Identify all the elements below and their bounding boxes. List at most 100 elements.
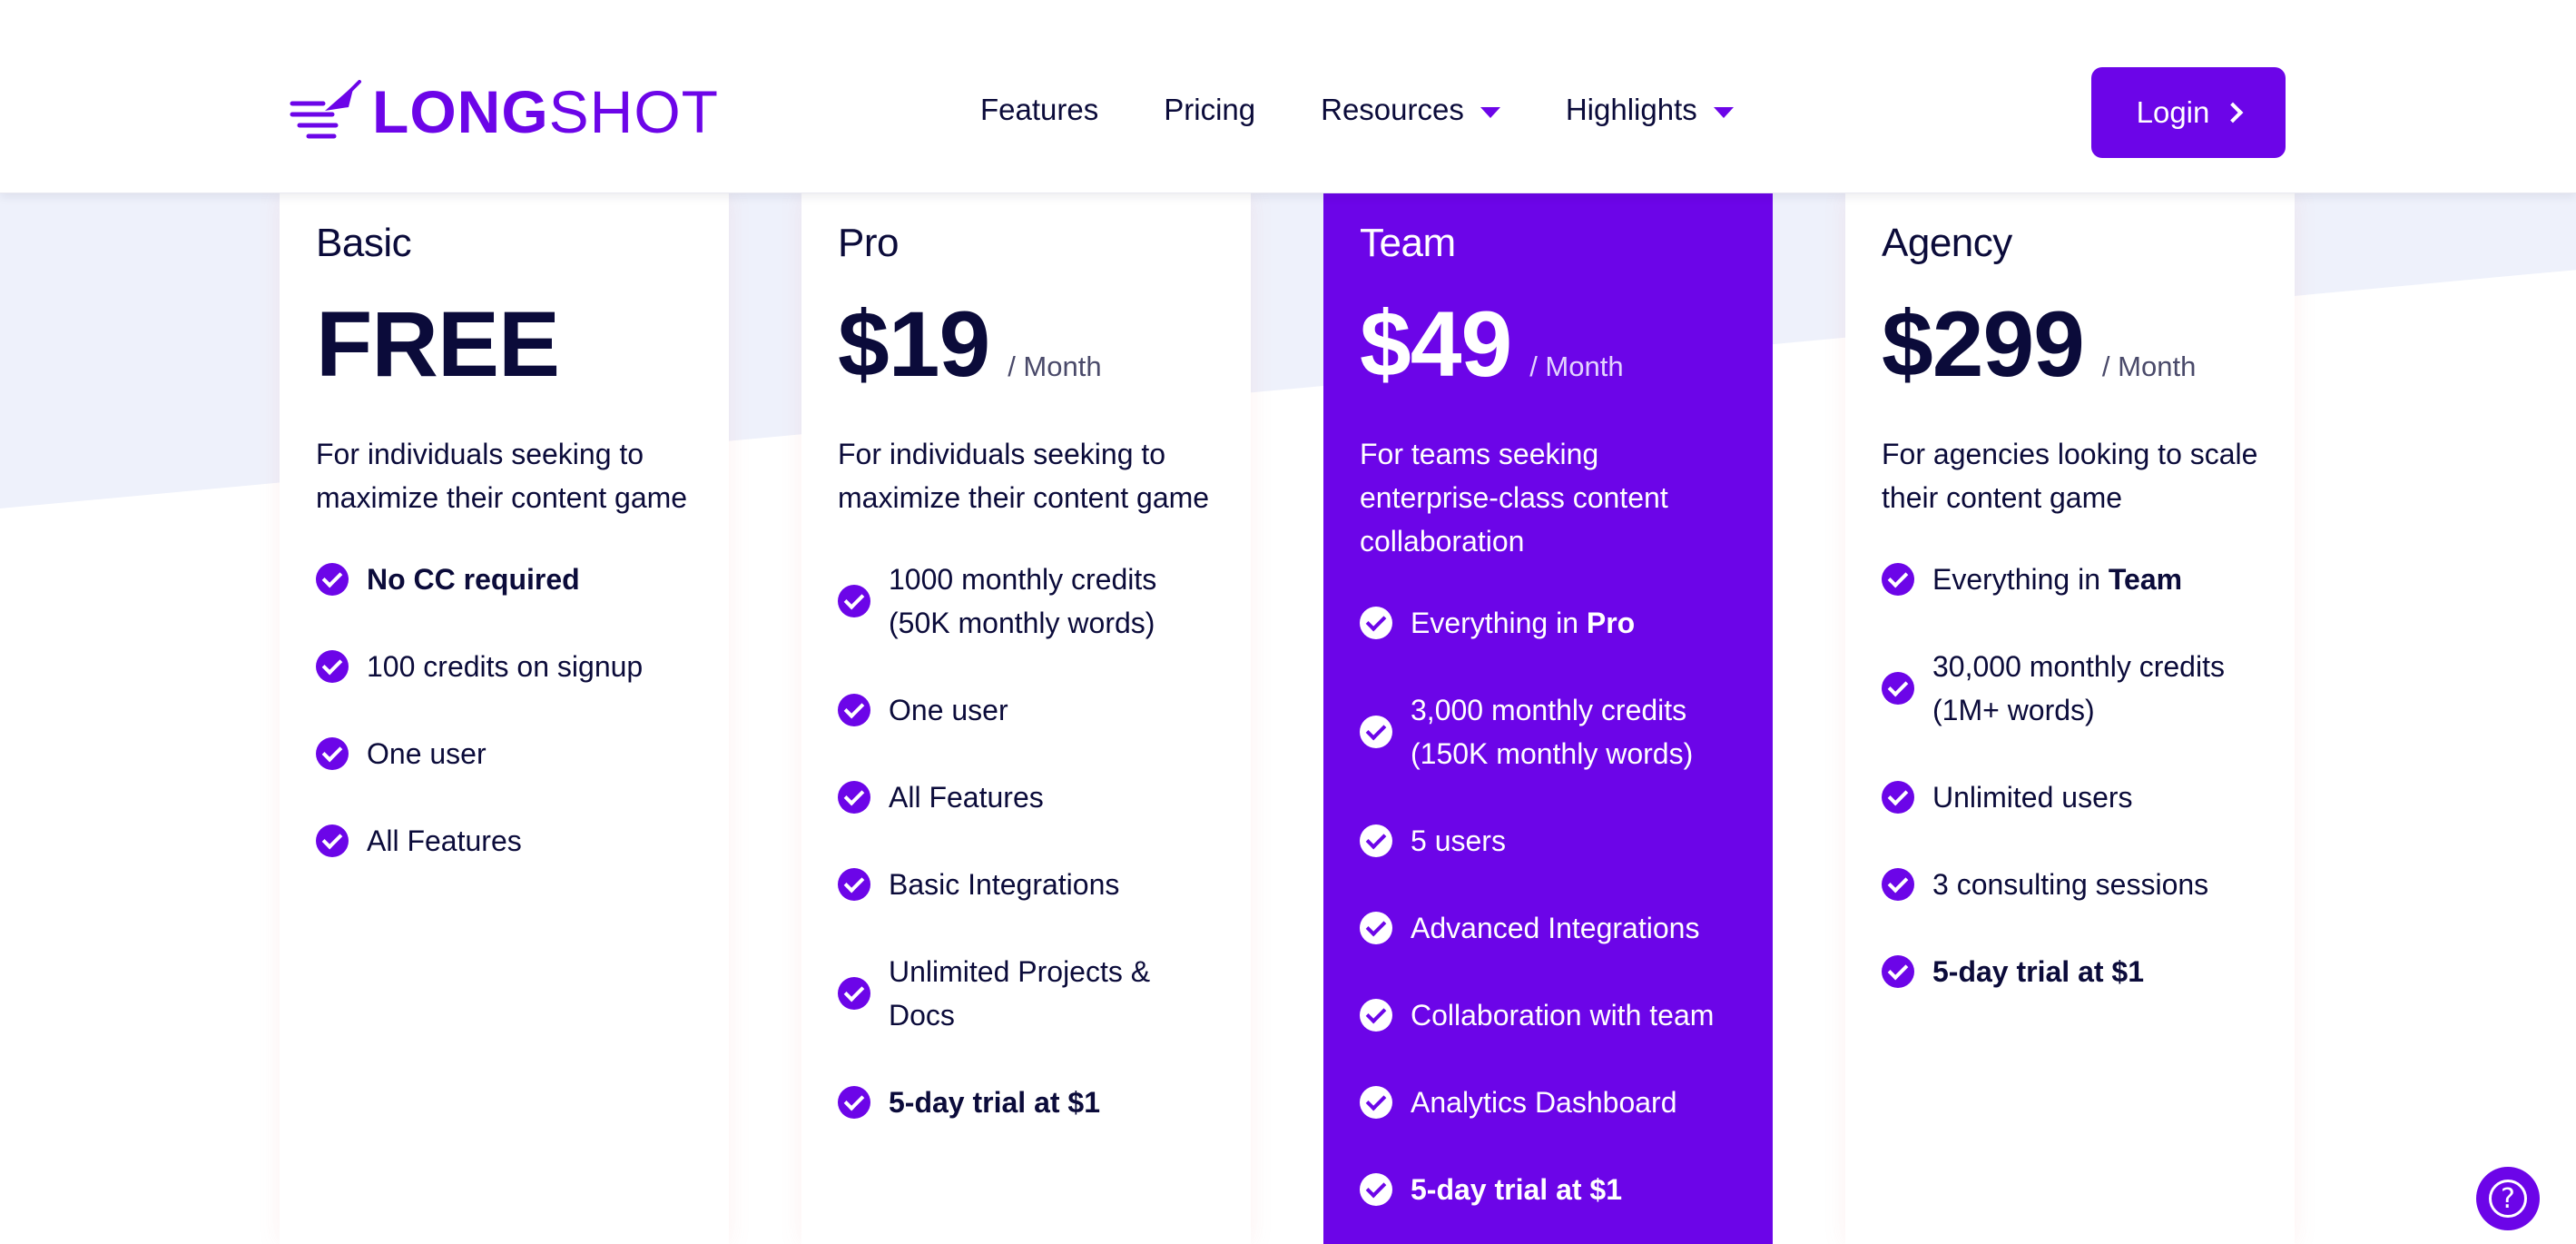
feature-text-regular: All Features xyxy=(367,824,522,857)
feature-text: 3,000 monthly credits (150K monthly word… xyxy=(1411,688,1736,775)
feature-text: 1000 monthly credits (50K monthly words) xyxy=(889,558,1214,645)
chevron-right-icon xyxy=(2223,102,2244,123)
check-circle-icon xyxy=(1360,716,1392,748)
main-nav: Features Pricing Resources Highlights xyxy=(980,87,1799,133)
feature-text: All Features xyxy=(889,775,1044,819)
feature-text-regular: Collaboration with team xyxy=(1411,999,1715,1032)
login-label: Login xyxy=(2136,95,2210,129)
price-row: $299 / Month xyxy=(1882,294,2258,394)
feature-text-bold: Team xyxy=(2108,563,2183,596)
feature-list: 1000 monthly credits (50K monthly words)… xyxy=(838,558,1214,1124)
feature-text: Analytics Dashboard xyxy=(1411,1081,1676,1124)
nav-label: Features xyxy=(980,93,1099,126)
plan-period: / Month xyxy=(1008,350,1102,382)
plan-period: / Month xyxy=(2101,350,2197,382)
feature-text-regular: Advanced Integrations xyxy=(1411,912,1700,944)
feature-item: 100 credits on signup xyxy=(316,645,693,688)
feature-item: Collaboration with team xyxy=(1360,993,1736,1037)
nav-item-pricing[interactable]: Pricing xyxy=(1164,93,1255,127)
feature-item: All Features xyxy=(838,775,1214,819)
login-button[interactable]: Login xyxy=(2091,67,2286,158)
feature-item: Everything in Pro xyxy=(1360,601,1736,645)
plan-name: Team xyxy=(1360,221,1456,265)
feature-text: Everything in Team xyxy=(1932,558,2182,601)
feature-text-bold: Pro xyxy=(1586,607,1636,639)
feature-text-bold: No CC required xyxy=(367,563,580,596)
feature-item: One user xyxy=(838,688,1214,732)
plan-price: $299 xyxy=(1882,292,2085,396)
feature-item: All Features xyxy=(316,819,693,863)
nav-item-features[interactable]: Features xyxy=(980,93,1098,127)
feature-text-regular: Unlimited Projects & Docs xyxy=(889,955,1151,1032)
feature-item: Analytics Dashboard xyxy=(1360,1081,1736,1124)
check-circle-icon xyxy=(838,1086,870,1119)
feature-text-regular: 30,000 monthly credits (1M+ words) xyxy=(1932,650,2225,726)
check-circle-icon xyxy=(1360,912,1392,944)
feature-text-regular: Everything in xyxy=(1932,563,2109,596)
check-circle-icon xyxy=(1360,1173,1392,1206)
feature-text: Unlimited users xyxy=(1932,775,2133,819)
question-circle-icon: ? xyxy=(2489,1180,2527,1218)
logo-thin-text: SHOT xyxy=(548,78,719,145)
feature-text: All Features xyxy=(367,819,522,863)
feature-text: 5-day trial at $1 xyxy=(1932,950,2144,993)
feature-item: One user xyxy=(316,732,693,775)
feature-text: 3 consulting sessions xyxy=(1932,863,2208,906)
feature-text-regular: Unlimited users xyxy=(1932,781,2133,814)
feature-text-bold: 5-day trial at $1 xyxy=(889,1086,1100,1119)
feature-text: 5-day trial at $1 xyxy=(1411,1168,1622,1211)
feature-text: Unlimited Projects & Docs xyxy=(889,950,1214,1037)
plan-description: For individuals seeking to maximize thei… xyxy=(316,438,688,514)
feature-item: 5-day trial at $1 xyxy=(1360,1168,1736,1211)
check-circle-icon xyxy=(1882,955,1914,988)
plan-card-team: Team $49 / Month For teams seeking enterpri… xyxy=(1323,193,1773,1244)
check-circle-icon xyxy=(1882,868,1914,901)
feature-list: Everything in Pro 3,000 monthly credits (… xyxy=(1360,601,1736,1211)
check-circle-icon xyxy=(316,650,349,683)
plan-price: $49 xyxy=(1360,292,1512,396)
feature-item: 1000 monthly credits (50K monthly words) xyxy=(838,558,1214,645)
logo-wordmark: LONGSHOT xyxy=(372,80,719,143)
plan-description: For individuals seeking to maximize thei… xyxy=(838,438,1210,514)
plan-price: $19 xyxy=(838,292,990,396)
check-circle-icon xyxy=(838,694,870,726)
feature-text: Advanced Integrations xyxy=(1411,906,1699,950)
feature-text: Basic Integrations xyxy=(889,863,1119,906)
feature-text-regular: 3 consulting sessions xyxy=(1932,868,2209,901)
check-circle-icon xyxy=(838,977,870,1010)
check-circle-icon xyxy=(316,563,349,596)
check-circle-icon xyxy=(1360,824,1392,857)
feature-text-regular: Basic Integrations xyxy=(889,868,1120,901)
site-header: LONGSHOT Features Pricing Resources High… xyxy=(0,0,2576,193)
feature-text: 30,000 monthly credits (1M+ words) xyxy=(1932,645,2258,732)
check-circle-icon xyxy=(316,824,349,857)
help-glyph: ? xyxy=(2501,1182,2515,1215)
feature-text: No CC required xyxy=(367,558,580,601)
nav-label: Resources xyxy=(1321,93,1464,126)
plan-name: Basic xyxy=(316,221,412,265)
nav-item-highlights[interactable]: Highlights xyxy=(1566,93,1734,127)
nav-label: Highlights xyxy=(1565,93,1697,126)
feature-list: Everything in Team 30,000 monthly credits… xyxy=(1882,558,2258,993)
logo-bold-text: LONG xyxy=(372,78,549,145)
plan-description: For teams seeking enterprise-class conte… xyxy=(1360,438,1668,558)
rocket-lines-icon xyxy=(290,80,361,139)
check-circle-icon xyxy=(1360,607,1392,639)
feature-text-regular: 3,000 monthly credits (150K monthly word… xyxy=(1411,694,1694,770)
plan-card-agency: Agency $299 / Month For agencies looking to… xyxy=(1845,193,2295,1244)
feature-text: 5 users xyxy=(1411,819,1506,863)
nav-item-resources[interactable]: Resources xyxy=(1321,93,1500,127)
feature-item: Advanced Integrations xyxy=(1360,906,1736,950)
feature-item: No CC required xyxy=(316,558,693,601)
caret-down-icon xyxy=(1713,107,1734,118)
feature-text: One user xyxy=(367,732,487,775)
check-circle-icon xyxy=(1882,672,1914,705)
feature-item: 3,000 monthly credits (150K monthly word… xyxy=(1360,688,1736,775)
feature-text-regular: All Features xyxy=(889,781,1044,814)
feature-text-regular: One user xyxy=(367,737,487,770)
feature-text-bold: 5-day trial at $1 xyxy=(1411,1173,1622,1206)
feature-text-regular: One user xyxy=(889,694,1008,726)
feature-text-regular: 100 credits on signup xyxy=(367,650,644,683)
longshot-logo[interactable]: LONGSHOT xyxy=(289,80,719,143)
help-button[interactable]: ? xyxy=(2476,1167,2540,1230)
